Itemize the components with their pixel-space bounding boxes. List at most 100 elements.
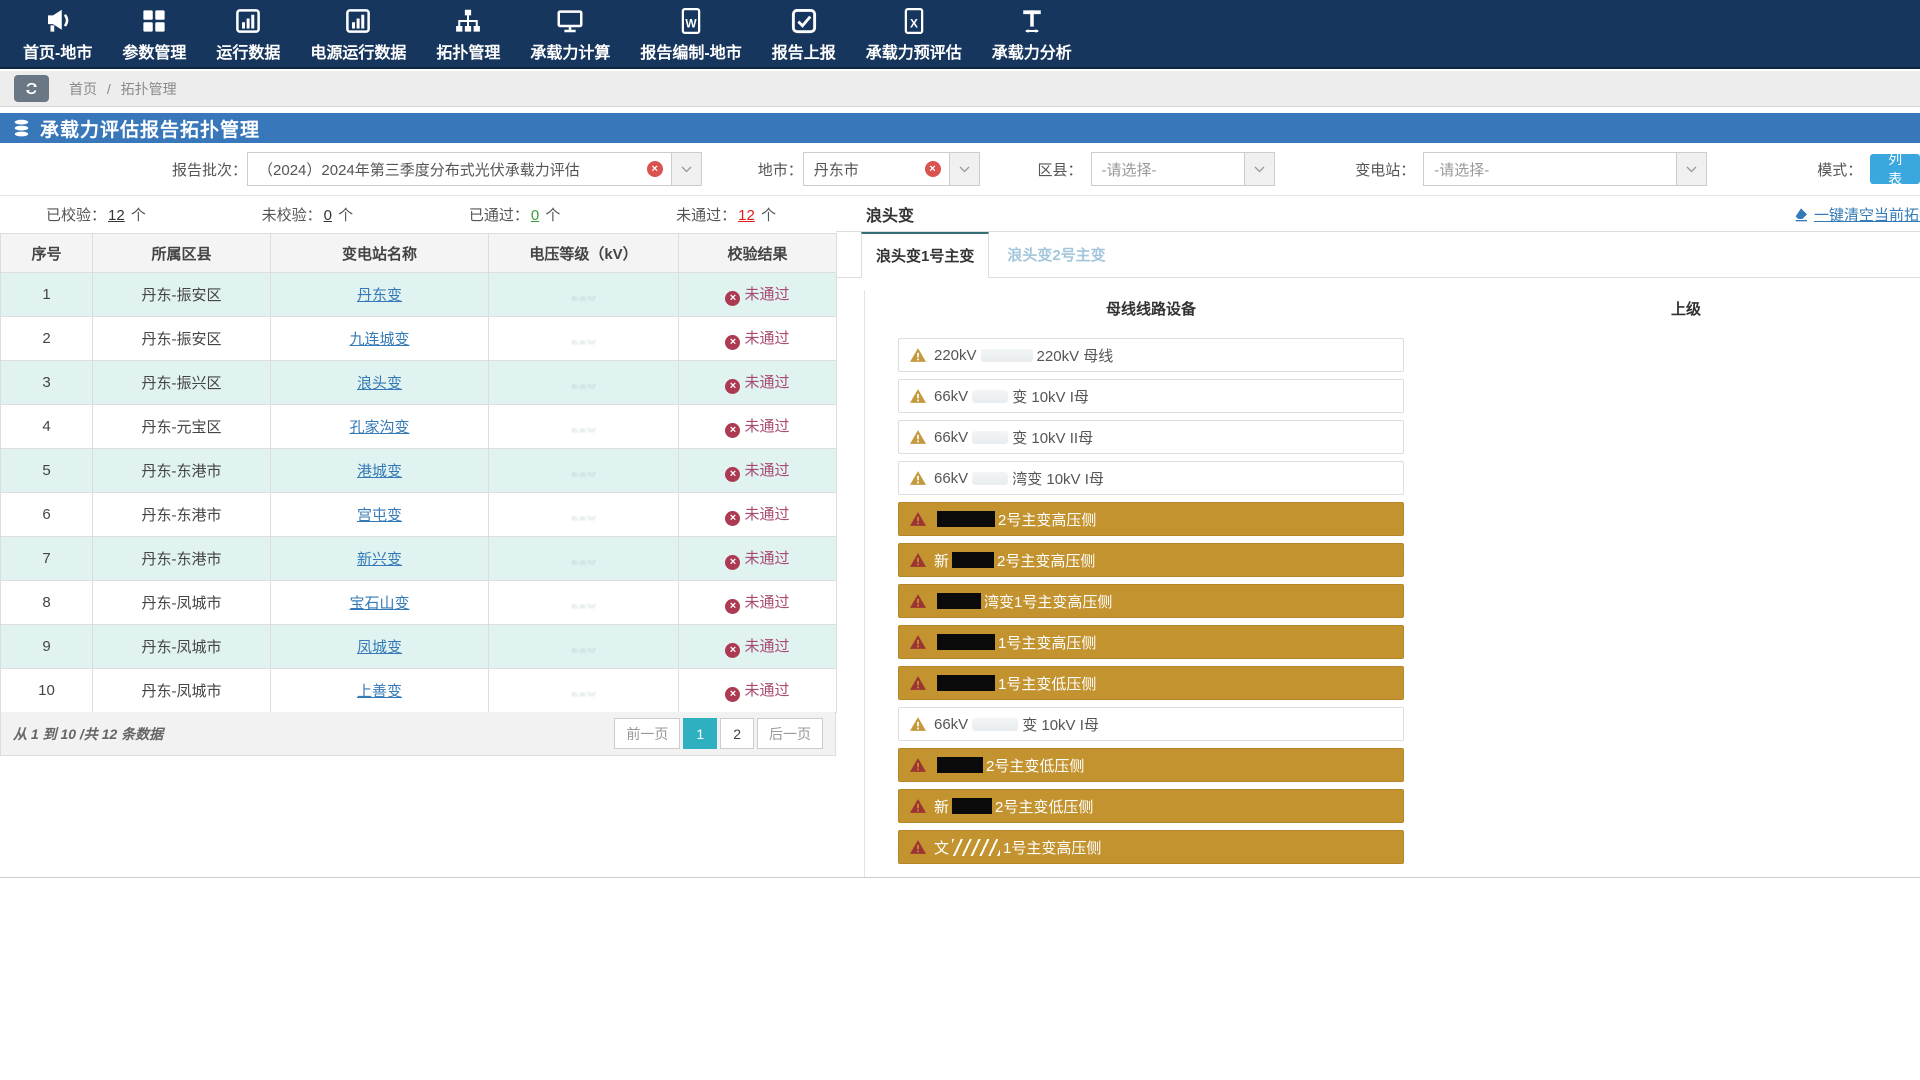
station-dropdown-button[interactable] — [1677, 152, 1707, 186]
city-select[interactable]: 丹东市 × — [803, 152, 950, 186]
nav-item-power-operation-data[interactable]: 电源运行数据 — [295, 0, 421, 67]
nav-item-label: 报告编制-地市 — [640, 39, 741, 63]
warning-icon — [909, 552, 927, 568]
cell-voltage: 220 — [489, 581, 679, 625]
stat-checked-value[interactable]: 12 — [108, 207, 125, 224]
nav-item-report-upload[interactable]: 报告上报 — [757, 0, 851, 67]
pagination-next-button[interactable]: 后一页 — [757, 718, 823, 749]
stat-checked-label: 已校验： — [46, 207, 106, 224]
station-table: 序号所属区县变电站名称电压等级（kV）校验结果 1丹东-振安区丹东变220×未通… — [0, 233, 836, 713]
fail-x-icon: × — [725, 643, 740, 658]
status-badge: ×未通过 — [725, 682, 789, 699]
bus-node[interactable]: 66kV变 10kV I母 — [898, 707, 1404, 741]
svg-text:X: X — [910, 16, 918, 30]
table-row: 4丹东-元宝区孔家沟变220×未通过 — [1, 405, 837, 449]
batch-select[interactable]: （2024）2024年第三季度分布式光伏承载力评估 × — [247, 152, 672, 186]
stat-failed-value[interactable]: 12 — [738, 207, 755, 224]
table-row: 3丹东-振兴区浪头变220×未通过 — [1, 361, 837, 405]
status-text: 未通过 — [744, 594, 789, 611]
cell-station: 宫屯变 — [271, 493, 489, 537]
station-link[interactable]: 宝石山变 — [349, 595, 409, 612]
mode-list-button[interactable]: 列表 — [1870, 154, 1920, 184]
nav-item-report-compilation-city[interactable]: W报告编制-地市 — [625, 0, 756, 67]
district-select[interactable]: -请选择- — [1091, 152, 1246, 186]
cell-district: 丹东-凤城市 — [93, 625, 271, 669]
bus-node[interactable]: 66kV变 10kV I母 — [898, 379, 1404, 413]
transformer-node[interactable]: 文1号主变高压侧 — [898, 830, 1404, 864]
transformer-node[interactable]: 2号主变高压侧 — [898, 502, 1404, 536]
cell-seq: 10 — [1, 669, 93, 713]
transformer-node[interactable]: 新2号主变高压侧 — [898, 543, 1404, 577]
nav-item-capacity-analysis[interactable]: 承载力分析 — [977, 0, 1087, 67]
fail-x-icon: × — [725, 511, 740, 526]
nav-item-operation-data[interactable]: 运行数据 — [201, 0, 295, 67]
cell-station: 凤城变 — [271, 625, 489, 669]
bus-node[interactable]: 66kV湾变 10kV I母 — [898, 461, 1404, 495]
check-square-icon — [789, 5, 819, 37]
station-link[interactable]: 丹东变 — [357, 287, 402, 304]
node-label-prefix: 新 — [934, 796, 949, 817]
bar-chart-icon — [343, 5, 373, 37]
refresh-button[interactable] — [14, 75, 49, 102]
nav-item-topology-management[interactable]: 拓扑管理 — [421, 0, 515, 67]
city-dropdown-button[interactable] — [950, 152, 980, 186]
station-link[interactable]: 港城变 — [357, 463, 402, 480]
tab-transformer-2[interactable]: 浪头变2号主变 — [989, 232, 1123, 277]
pagination-page-2[interactable]: 2 — [720, 718, 754, 749]
transformer-node[interactable]: 1号主变高压侧 — [898, 625, 1404, 659]
cell-station: 港城变 — [271, 449, 489, 493]
nav-item-label: 承载力分析 — [992, 39, 1072, 63]
clear-topology-link[interactable]: 一键清空当前拓扑 — [1793, 196, 1920, 232]
transformer-node[interactable]: 湾变1号主变高压侧 — [898, 584, 1404, 618]
column-header: 电压等级（kV） — [489, 234, 679, 273]
station-select-group: -请选择- — [1423, 152, 1707, 186]
node-label-suffix: 变 10kV I母 — [1022, 714, 1099, 735]
mode-label: 模式： — [1817, 159, 1862, 180]
station-link[interactable]: 宫屯变 — [357, 507, 402, 524]
station-link[interactable]: 浪头变 — [357, 375, 402, 392]
station-select[interactable]: -请选择- — [1423, 152, 1677, 186]
pagination-prev-button[interactable]: 前一页 — [614, 718, 680, 749]
cell-status: ×未通过 — [679, 669, 837, 713]
warning-icon — [909, 839, 927, 855]
district-dropdown-button[interactable] — [1245, 152, 1275, 186]
cell-status: ×未通过 — [679, 361, 837, 405]
eraser-icon — [1793, 206, 1809, 222]
nav-item-parameter-management[interactable]: 参数管理 — [107, 0, 201, 67]
cell-station: 浪头变 — [271, 361, 489, 405]
status-text: 未通过 — [744, 462, 789, 479]
table-row: 10丹东-凤城市上善变220×未通过 — [1, 669, 837, 713]
station-link[interactable]: 新兴变 — [357, 551, 402, 568]
table-row: 7丹东-东港市新兴变220×未通过 — [1, 537, 837, 581]
stat-unchecked-value[interactable]: 0 — [324, 207, 332, 224]
station-link[interactable]: 九连城变 — [349, 331, 409, 348]
city-clear-icon[interactable]: × — [925, 161, 941, 177]
station-link[interactable]: 上善变 — [357, 683, 402, 700]
station-link[interactable]: 孔家沟变 — [349, 419, 409, 436]
district-select-group: -请选择- — [1091, 152, 1276, 186]
nav-item-capacity-calculation[interactable]: 承载力计算 — [515, 0, 625, 67]
text-t-icon — [1017, 5, 1047, 37]
nav-item-capacity-pre-evaluation[interactable]: X承载力预评估 — [851, 0, 977, 67]
tab-transformer-1[interactable]: 浪头变1号主变 — [861, 232, 989, 278]
voltage-redacted: 220 — [571, 595, 596, 612]
bus-node[interactable]: 220kV220kV 母线 — [898, 338, 1404, 372]
transformer-node[interactable]: 2号主变低压侧 — [898, 748, 1404, 782]
transformer-node[interactable]: 新2号主变低压侧 — [898, 789, 1404, 823]
cell-station: 孔家沟变 — [271, 405, 489, 449]
nav-item-label: 电源运行数据 — [310, 39, 406, 63]
pagination-page-1[interactable]: 1 — [683, 718, 717, 749]
station-link[interactable]: 凤城变 — [357, 639, 402, 656]
transformer-node[interactable]: 1号主变低压侧 — [898, 666, 1404, 700]
breadcrumb-home[interactable]: 首页 — [69, 81, 97, 97]
topology-panel-body: 母线线路设备 上级 220kV220kV 母线66kV变 10kV I母66kV… — [836, 278, 1920, 877]
stat-passed-label: 已通过： — [469, 207, 529, 224]
status-text: 未通过 — [744, 374, 789, 391]
breadcrumb-bar: 首页 / 拓扑管理 — [0, 71, 1920, 107]
bus-node[interactable]: 66kV变 10kV II母 — [898, 420, 1404, 454]
stat-passed-value[interactable]: 0 — [531, 207, 539, 224]
cell-voltage: 220 — [489, 317, 679, 361]
batch-clear-icon[interactable]: × — [647, 161, 663, 177]
nav-item-home-city[interactable]: 首页-地市 — [8, 0, 107, 67]
batch-dropdown-button[interactable] — [672, 152, 702, 186]
